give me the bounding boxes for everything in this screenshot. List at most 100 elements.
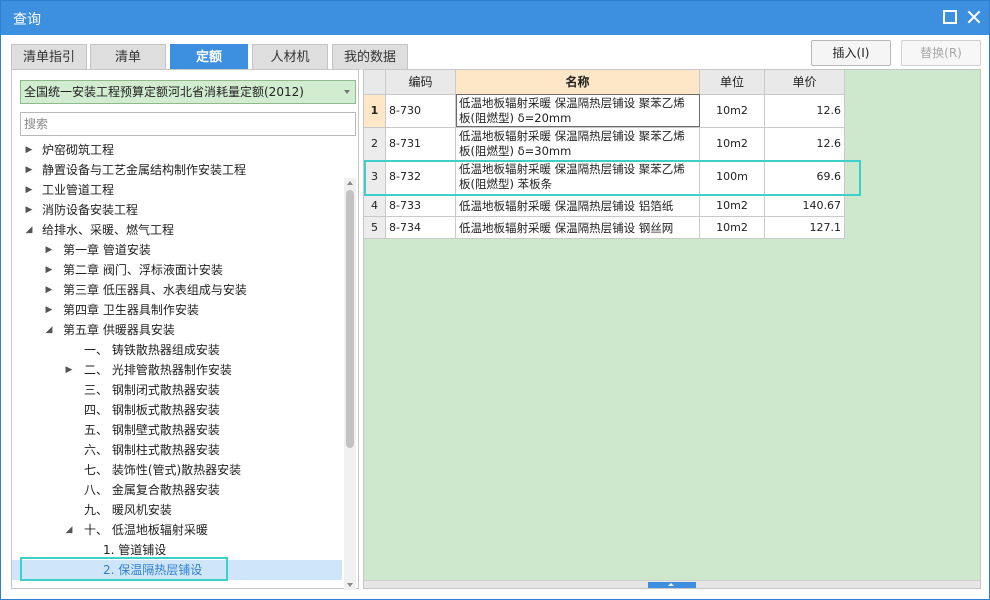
tree-item[interactable]: 三、 钢制闭式散热器安装: [12, 380, 342, 400]
cell-name[interactable]: 低温地板辐射采暖 保温隔热层铺设 聚苯乙烯板(阻燃型) δ=20mm: [456, 95, 700, 128]
table-row[interactable]: 3 8-732 低温地板辐射采暖 保温隔热层铺设 聚苯乙烯板(阻燃型) 苯板条 …: [364, 161, 845, 195]
collapse-arrow-icon[interactable]: ◢: [64, 520, 74, 540]
tree-item[interactable]: ▶ 第三章 低压器具、水表组成与安装: [12, 280, 342, 300]
tree-item-label: 第一章 管道安装: [63, 243, 151, 257]
tree-item-label: 一、 铸铁散热器组成安装: [84, 343, 220, 357]
cell-unit[interactable]: 10m2: [700, 95, 765, 128]
tree-item[interactable]: ▶ 静置设备与工艺金属结构制作安装工程: [12, 160, 342, 180]
row-index: 3: [364, 161, 386, 195]
insert-button[interactable]: 插入(I): [811, 40, 891, 66]
tab-bill-guide[interactable]: 清单指引: [11, 44, 87, 70]
tab-labor-material-machine[interactable]: 人材机: [252, 44, 328, 70]
tree-scrollbar[interactable]: [344, 178, 356, 590]
tree-item[interactable]: ▶ 炉窑砌筑工程: [12, 140, 342, 160]
cell-price[interactable]: 12.6: [765, 128, 845, 161]
cell-price[interactable]: 127.1: [765, 217, 845, 239]
close-icon[interactable]: [967, 10, 981, 24]
expand-arrow-icon[interactable]: ▶: [24, 180, 34, 200]
row-index: 4: [364, 195, 386, 217]
tree-item-label: 1. 管道铺设: [103, 543, 167, 557]
tree-item[interactable]: 五、 钢制壁式散热器安装: [12, 420, 342, 440]
tree-item[interactable]: 1. 管道铺设: [12, 540, 342, 560]
tree-item-label: 二、 光排管散热器制作安装: [84, 363, 232, 377]
header-name[interactable]: 名称: [456, 70, 700, 95]
tab-my-data[interactable]: 我的数据: [332, 44, 408, 70]
header-price[interactable]: 单价: [765, 70, 845, 95]
collapse-arrow-icon[interactable]: ◢: [44, 320, 54, 340]
table-row[interactable]: 2 8-731 低温地板辐射采暖 保温隔热层铺设 聚苯乙烯板(阻燃型) δ=30…: [364, 128, 845, 161]
tree-item[interactable]: ▶ 工业管道工程: [12, 180, 342, 200]
row-index: 1: [364, 95, 386, 128]
splitter-grip-icon[interactable]: [648, 582, 696, 588]
expand-arrow-icon[interactable]: ▶: [44, 280, 54, 300]
tree-item-selected[interactable]: 2. 保温隔热层铺设: [12, 560, 342, 580]
cell-unit[interactable]: 10m2: [700, 128, 765, 161]
tree-item-label: 八、 金属复合散热器安装: [84, 483, 220, 497]
replace-button[interactable]: 替换(R): [901, 40, 981, 66]
tree-item-label: 2. 保温隔热层铺设: [103, 563, 203, 577]
tree-item-label: 炉窑砌筑工程: [42, 143, 115, 157]
expand-arrow-icon[interactable]: ▶: [24, 200, 34, 220]
cell-name[interactable]: 低温地板辐射采暖 保温隔热层铺设 聚苯乙烯板(阻燃型) 苯板条: [456, 161, 700, 195]
cell-name[interactable]: 低温地板辐射采暖 保温隔热层铺设 铝箔纸: [456, 195, 700, 217]
tree-item[interactable]: 六、 钢制柱式散热器安装: [12, 440, 342, 460]
cell-unit[interactable]: 10m2: [700, 217, 765, 239]
cell-unit[interactable]: 10m2: [700, 195, 765, 217]
grid-horizontal-scrollbar[interactable]: [364, 580, 980, 588]
expand-arrow-icon[interactable]: ▶: [24, 140, 34, 160]
cell-code[interactable]: 8-731: [386, 128, 456, 161]
cell-name[interactable]: 低温地板辐射采暖 保温隔热层铺设 聚苯乙烯板(阻燃型) δ=30mm: [456, 128, 700, 161]
header-code[interactable]: 编码: [386, 70, 456, 95]
tree-item[interactable]: 八、 金属复合散热器安装: [12, 480, 342, 500]
cell-name[interactable]: 低温地板辐射采暖 保温隔热层铺设 钢丝网: [456, 217, 700, 239]
scroll-down-arrow-icon[interactable]: [347, 583, 353, 587]
expand-arrow-icon[interactable]: ▶: [44, 240, 54, 260]
collapse-arrow-icon[interactable]: ◢: [24, 220, 34, 240]
cell-code[interactable]: 8-733: [386, 195, 456, 217]
cell-code[interactable]: 8-730: [386, 95, 456, 128]
tree-scrollbar-thumb[interactable]: [346, 190, 354, 448]
tab-bill[interactable]: 清单: [90, 44, 166, 70]
cell-code[interactable]: 8-732: [386, 161, 456, 195]
cell-code[interactable]: 8-734: [386, 217, 456, 239]
expand-arrow-icon[interactable]: ▶: [44, 260, 54, 280]
quota-library-value: 全国统一安装工程预算定额河北省消耗量定额(2012): [24, 85, 304, 99]
tree-item[interactable]: ▶ 第二章 阀门、浮标液面计安装: [12, 260, 342, 280]
header-unit[interactable]: 单位: [700, 70, 765, 95]
expand-arrow-icon[interactable]: ▶: [64, 360, 74, 380]
search-input[interactable]: [20, 112, 356, 136]
window-title: 查询: [13, 12, 41, 28]
tree-item-label: 六、 钢制柱式散热器安装: [84, 443, 220, 457]
quota-tree-panel: 全国统一安装工程预算定额河北省消耗量定额(2012) ▶ 炉窑砌筑工程 ▶ 静置…: [11, 69, 359, 590]
tree-item[interactable]: 九、 暖风机安装: [12, 500, 342, 520]
tab-quota[interactable]: 定额: [170, 44, 248, 70]
tree-item-label: 十、 低温地板辐射采暖: [84, 523, 208, 537]
tree-item[interactable]: ▶ 第四章 卫生器具制作安装: [12, 300, 342, 320]
tree-item[interactable]: ▶ 二、 光排管散热器制作安装: [12, 360, 342, 380]
tree-item[interactable]: ▶ 第一章 管道安装: [12, 240, 342, 260]
chevron-down-icon: [344, 90, 350, 94]
title-bar[interactable]: 查询: [1, 1, 989, 35]
tree-item[interactable]: ◢ 第五章 供暖器具安装: [12, 320, 342, 340]
quota-library-select[interactable]: 全国统一安装工程预算定额河北省消耗量定额(2012): [20, 80, 356, 104]
expand-arrow-icon[interactable]: ▶: [24, 160, 34, 180]
cell-price[interactable]: 69.6: [765, 161, 845, 195]
tree-item[interactable]: ▶ 消防设备安装工程: [12, 200, 342, 220]
table-row[interactable]: 4 8-733 低温地板辐射采暖 保温隔热层铺设 铝箔纸 10m2 140.67: [364, 195, 845, 217]
expand-arrow-icon[interactable]: ▶: [44, 300, 54, 320]
maximize-icon[interactable]: [943, 10, 957, 24]
tree-item-label: 第四章 卫生器具制作安装: [63, 303, 199, 317]
table-row[interactable]: 1 8-730 低温地板辐射采暖 保温隔热层铺设 聚苯乙烯板(阻燃型) δ=20…: [364, 95, 845, 128]
tree-item[interactable]: 七、 装饰性(管式)散热器安装: [12, 460, 342, 480]
tree-item[interactable]: ◢ 给排水、采暖、燃气工程: [12, 220, 342, 240]
tree-item[interactable]: ◢ 十、 低温地板辐射采暖: [12, 520, 342, 540]
table-row[interactable]: 5 8-734 低温地板辐射采暖 保温隔热层铺设 钢丝网 10m2 127.1: [364, 217, 845, 239]
cell-price[interactable]: 140.67: [765, 195, 845, 217]
tree-item[interactable]: 四、 钢制板式散热器安装: [12, 400, 342, 420]
tree-item[interactable]: 一、 铸铁散热器组成安装: [12, 340, 342, 360]
tree-item-label: 静置设备与工艺金属结构制作安装工程: [42, 163, 247, 177]
cell-unit[interactable]: 100m: [700, 161, 765, 195]
cell-price[interactable]: 12.6: [765, 95, 845, 128]
scroll-up-arrow-icon[interactable]: [347, 181, 353, 185]
tree-item-label: 三、 钢制闭式散热器安装: [84, 383, 220, 397]
